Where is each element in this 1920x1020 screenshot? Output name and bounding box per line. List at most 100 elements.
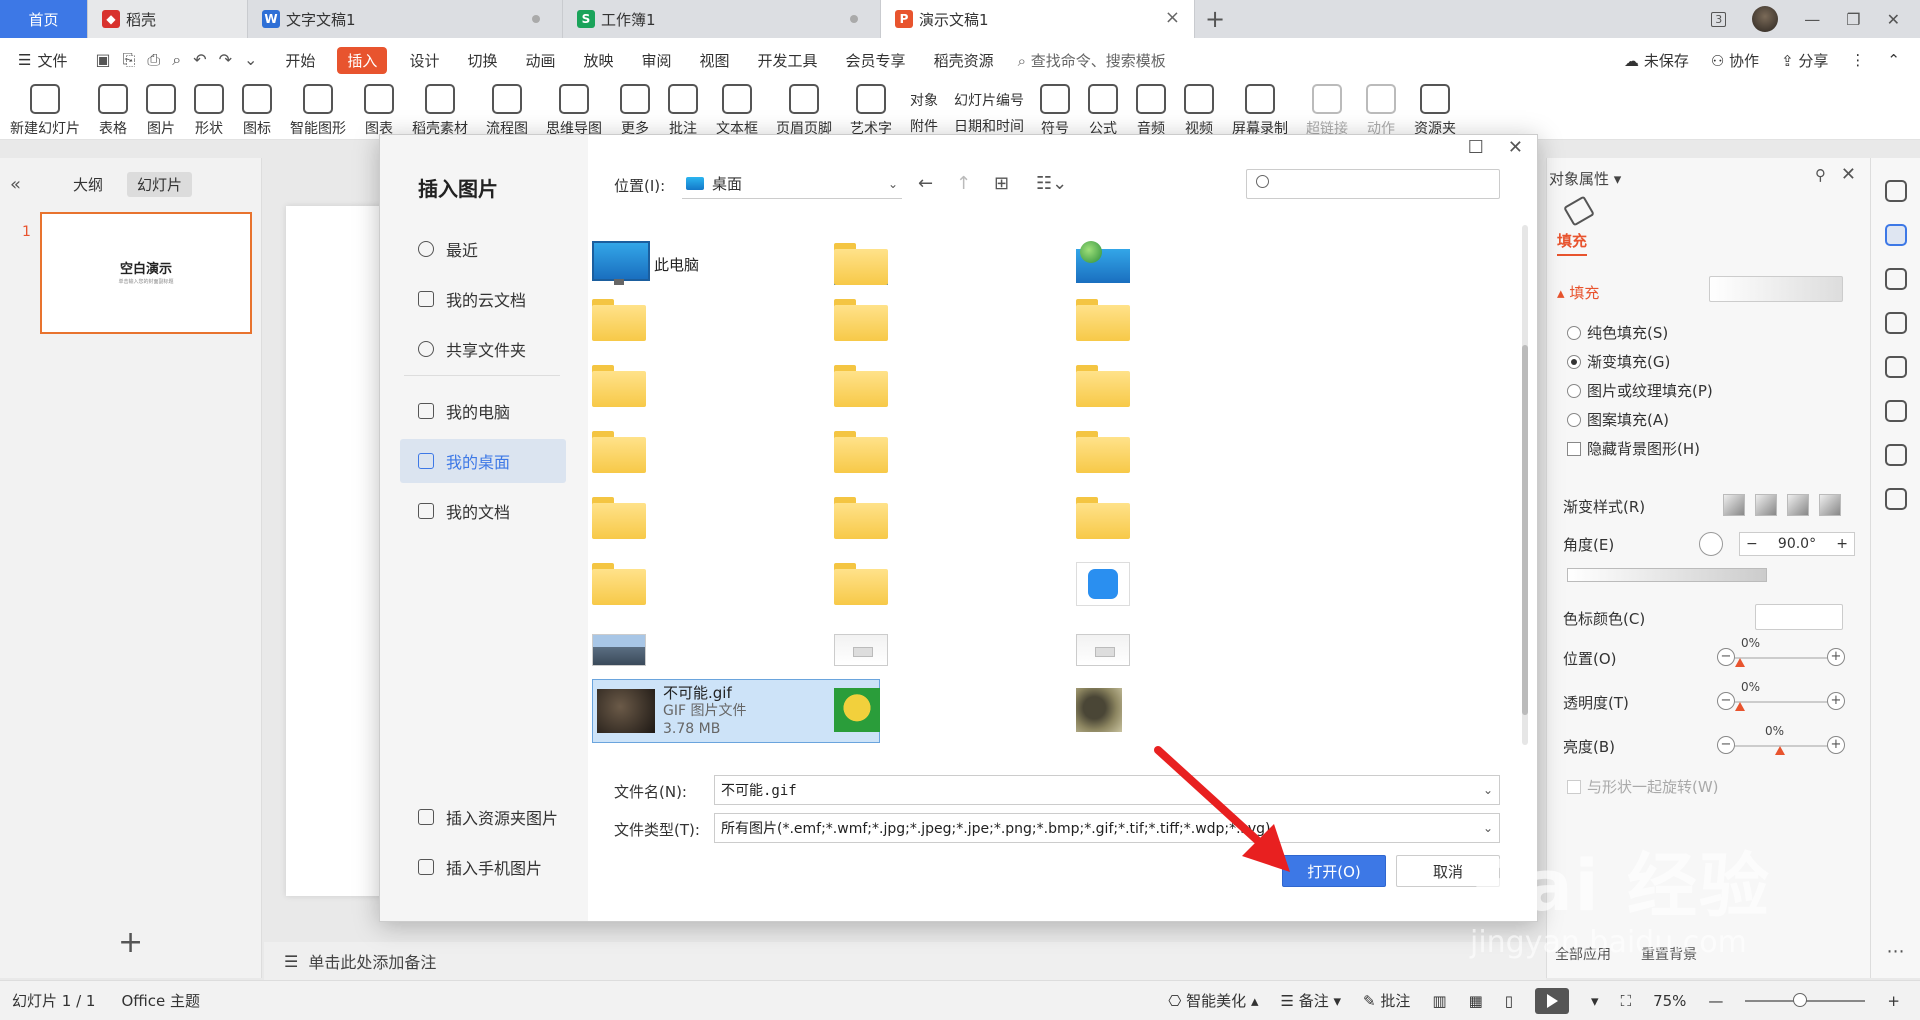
ribbon-smartart[interactable]: 智能图形 [290, 82, 346, 138]
gradient-linear-button[interactable] [1723, 494, 1745, 516]
zoom-in-icon[interactable]: + [1887, 992, 1900, 1010]
ribbon-header-footer[interactable]: 页眉页脚 [776, 82, 832, 138]
ribbon-screen-record[interactable]: 屏幕录制 [1232, 82, 1288, 138]
unsaved-button[interactable]: ☁ 未保存 [1624, 50, 1689, 71]
radio-pattern-fill[interactable]: 图案填充(A) [1567, 409, 1669, 430]
stop-color-dropdown[interactable] [1755, 604, 1843, 630]
more-icon[interactable]: ⋯ [1871, 941, 1920, 962]
menu-developer[interactable]: 开发工具 [744, 50, 832, 71]
tab-home[interactable]: 首页 [0, 0, 88, 38]
slider-thumb[interactable] [1735, 702, 1745, 711]
file-grid-scrollbar[interactable] [1522, 225, 1528, 745]
ribbon-date-time[interactable]: 日期和时间 [954, 116, 1024, 136]
gradient-radial-button[interactable] [1755, 494, 1777, 516]
theme-name[interactable]: Office 主题 [121, 990, 200, 1011]
close-window-icon[interactable]: ✕ [1887, 10, 1900, 29]
scrollbar-thumb[interactable] [1522, 345, 1528, 715]
plus-icon[interactable]: + [1827, 736, 1845, 754]
location-select[interactable]: 桌面 ⌄ [682, 169, 902, 199]
filetype-select[interactable]: 所有图片(*.emf;*.wmf;*.jpg;*.jpeg;*.jpe;*.pn… [714, 813, 1500, 843]
filename-input[interactable]: 不可能.gif ⌄ [714, 775, 1500, 805]
plus-icon[interactable]: + [1836, 536, 1848, 552]
chevron-down-icon[interactable]: ⌄ [1483, 783, 1493, 797]
redo-icon[interactable]: ↷ [219, 50, 232, 70]
ribbon-picture[interactable]: 图片 [146, 82, 176, 138]
reading-view-icon[interactable]: ▯ [1505, 992, 1513, 1010]
menu-member[interactable]: 会员专享 [832, 50, 920, 71]
nav-recent[interactable]: 最近 [400, 227, 566, 271]
slide-thumbnail[interactable]: 空白演示 单击输入您的封面副标题 [40, 212, 252, 334]
gradient-rect-button[interactable] [1787, 494, 1809, 516]
ribbon-video[interactable]: 视频 [1184, 82, 1214, 138]
checkbox-hide-bg[interactable]: 隐藏背景图形(H) [1567, 438, 1700, 459]
print-icon[interactable]: ⎙ [147, 50, 160, 70]
back-icon[interactable]: ← [918, 173, 933, 194]
menu-review[interactable]: 审阅 [628, 50, 686, 71]
angle-knob[interactable] [1699, 532, 1723, 556]
property-panel-title[interactable]: 对象属性 ▾ [1549, 168, 1621, 189]
ribbon-comment[interactable]: 批注 [668, 82, 698, 138]
fill-color-dropdown[interactable] [1709, 276, 1843, 302]
more-menu-icon[interactable]: ⋮ [1850, 51, 1865, 69]
ribbon-symbol[interactable]: 符号 [1040, 82, 1070, 138]
ribbon-shape[interactable]: 形状 [194, 82, 224, 138]
nav-phone-picture[interactable]: 插入手机图片 [400, 845, 566, 889]
radio-gradient-fill[interactable]: 渐变填充(G) [1567, 351, 1670, 372]
tab-outline[interactable]: 大纲 [73, 174, 103, 195]
tab-slides[interactable]: 幻灯片 [127, 172, 193, 197]
tab-fill[interactable]: 填充 [1557, 230, 1588, 256]
normal-view-icon[interactable]: ▥ [1432, 992, 1446, 1010]
flash-icon[interactable] [1884, 444, 1907, 466]
ribbon-table[interactable]: 表格 [98, 82, 128, 138]
ribbon-textbox[interactable]: 文本框 [716, 82, 758, 138]
comment-toggle[interactable]: ✎ 批注 [1363, 990, 1410, 1011]
minus-icon[interactable]: − [1746, 536, 1758, 552]
ribbon-resource-folder[interactable]: 资源夹 [1414, 82, 1456, 138]
tab-presentation[interactable]: P 演示文稿1 × [881, 0, 1195, 38]
new-tab-button[interactable]: + [1195, 0, 1235, 38]
ribbon-audio[interactable]: 音频 [1136, 82, 1166, 138]
nav-my-desktop[interactable]: 我的桌面 [400, 439, 566, 483]
maximize-icon[interactable]: ☐ [1468, 137, 1484, 158]
nav-shared-folder[interactable]: 共享文件夹 [400, 327, 566, 371]
fill-section-header[interactable]: ▴ 填充 [1557, 282, 1599, 303]
cube-icon[interactable] [1884, 488, 1907, 510]
tab-close-icon[interactable]: × [1165, 7, 1180, 28]
play-options-icon[interactable]: ▾ [1591, 992, 1599, 1010]
collapse-panel-icon[interactable]: « [10, 174, 21, 195]
collaborate-button[interactable]: ⚇ 协作 [1711, 50, 1759, 71]
file-item-folder[interactable] [1072, 421, 1362, 483]
customize-icon[interactable]: ⌄ [244, 50, 257, 70]
plus-icon[interactable]: + [1827, 648, 1845, 666]
minus-icon[interactable]: − [1717, 648, 1735, 666]
file-item-network[interactable] [1072, 233, 1362, 295]
menu-docer-resources[interactable]: 稻壳资源 [920, 50, 1008, 71]
slider-thumb[interactable] [1775, 746, 1785, 755]
close-dialog-icon[interactable]: ✕ [1508, 137, 1523, 158]
minus-icon[interactable]: − [1717, 736, 1735, 754]
design-icon[interactable] [1884, 180, 1907, 202]
angle-stepper[interactable]: − 90.0° + [1739, 532, 1855, 556]
file-item-folder[interactable] [1072, 355, 1362, 417]
menu-animation[interactable]: 动画 [511, 50, 569, 71]
file-menu[interactable]: ☰ 文件 [0, 50, 81, 71]
window-count-badge[interactable]: 3 [1711, 11, 1727, 27]
nav-resource-folder-picture[interactable]: 插入资源夹图片 [400, 795, 566, 839]
ribbon-icon[interactable]: 图标 [242, 82, 272, 138]
collapse-ribbon-icon[interactable]: ⌃ [1887, 51, 1900, 69]
menu-slideshow[interactable]: 放映 [569, 50, 627, 71]
ribbon-chart[interactable]: 图表 [364, 82, 394, 138]
ribbon-more[interactable]: 更多 [620, 82, 650, 138]
tab-spreadsheet[interactable]: S 工作簿1 [563, 0, 881, 38]
menu-view[interactable]: 视图 [686, 50, 744, 71]
view-mode-icon[interactable]: ☷⌄ [1036, 173, 1067, 194]
file-item-image[interactable] [1072, 679, 1362, 741]
zoom-level[interactable]: 75% [1653, 992, 1686, 1010]
menu-transition[interactable]: 切换 [453, 50, 511, 71]
share-button[interactable]: ⇪ 分享 [1781, 50, 1828, 71]
undo-icon[interactable]: ↶ [193, 50, 206, 70]
preview-icon[interactable]: ⌕ [172, 50, 181, 70]
tab-docer[interactable]: ◆ 稻壳 [88, 0, 248, 38]
ribbon-flowchart[interactable]: 流程图 [486, 82, 528, 138]
menu-design[interactable]: 设计 [395, 50, 453, 71]
